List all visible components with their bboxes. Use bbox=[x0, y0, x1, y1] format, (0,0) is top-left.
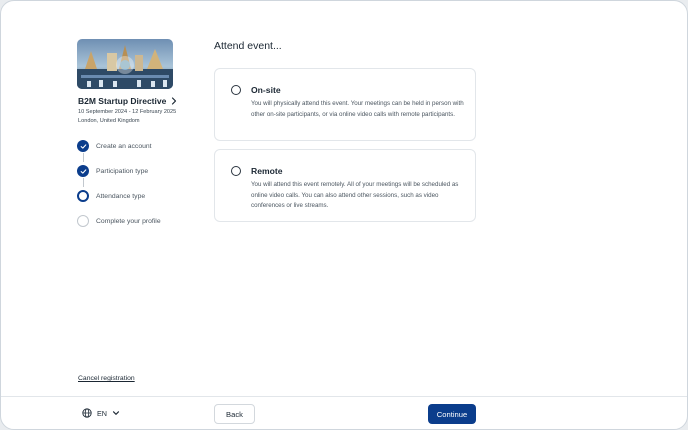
step-label: Create an account bbox=[96, 142, 152, 150]
cancel-registration-link[interactable]: Cancel registration bbox=[78, 375, 135, 382]
registration-window: B2M Startup Directive 10 September 2024 … bbox=[0, 0, 688, 430]
event-title: B2M Startup Directive bbox=[78, 96, 167, 106]
event-title-link[interactable]: B2M Startup Directive bbox=[78, 96, 178, 106]
footer-divider bbox=[1, 396, 687, 397]
event-location: London, United Kingdom bbox=[78, 118, 140, 124]
step-create-account: Create an account bbox=[77, 140, 152, 152]
check-icon bbox=[77, 165, 89, 177]
option-description: You will attend this event remotely. All… bbox=[251, 181, 459, 209]
page-title: Attend event... bbox=[214, 40, 282, 52]
step-label: Attendance type bbox=[96, 192, 146, 200]
step-complete-profile: Complete your profile bbox=[77, 215, 161, 227]
option-on-site[interactable]: On-site You will physically attend this … bbox=[214, 68, 476, 141]
chevron-down-icon bbox=[112, 411, 120, 415]
language-selector[interactable]: EN bbox=[82, 408, 120, 418]
current-step-icon bbox=[77, 190, 89, 202]
option-remote[interactable]: Remote You will attend this event remote… bbox=[214, 149, 476, 222]
step-label: Participation type bbox=[96, 167, 149, 175]
step-connector bbox=[82, 153, 84, 162]
step-attendance-type: Attendance type bbox=[77, 190, 145, 202]
event-dates: 10 September 2024 - 12 February 2025 bbox=[78, 109, 177, 115]
event-banner-image bbox=[77, 39, 173, 89]
step-connector bbox=[82, 178, 84, 187]
radio-remote[interactable] bbox=[231, 166, 241, 176]
option-title: On-site bbox=[251, 85, 281, 95]
option-title: Remote bbox=[251, 166, 283, 176]
step-participation-type: Participation type bbox=[77, 165, 148, 177]
chevron-right-icon bbox=[172, 97, 177, 105]
continue-button[interactable]: Continue bbox=[428, 404, 476, 424]
step-label: Complete your profile bbox=[96, 217, 161, 225]
pending-step-icon bbox=[77, 215, 89, 227]
radio-on-site[interactable] bbox=[231, 85, 241, 95]
back-button[interactable]: Back bbox=[214, 404, 255, 424]
language-label: EN bbox=[97, 408, 107, 418]
check-icon bbox=[77, 140, 89, 152]
globe-icon bbox=[82, 408, 92, 418]
option-description: You will physically attend this event. Y… bbox=[251, 100, 464, 118]
